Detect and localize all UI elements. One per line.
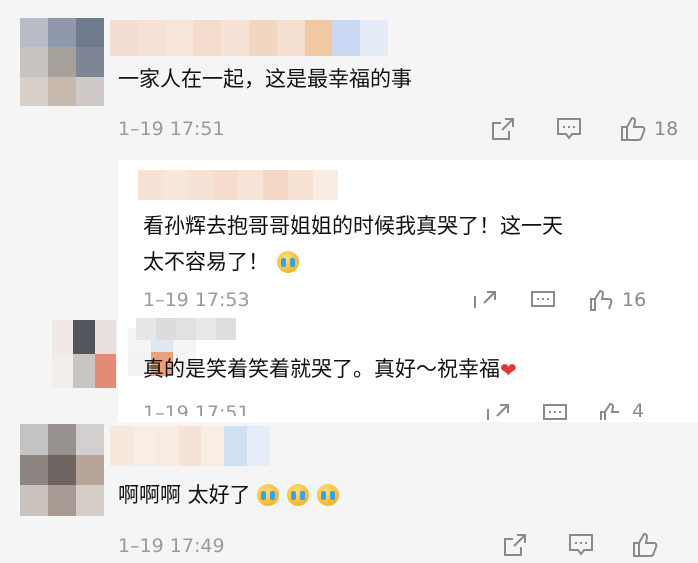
mosaic-cell [138,170,163,200]
repost-icon[interactable] [484,402,512,420]
crying-face-icon [256,484,279,506]
mosaic-cell [20,76,48,106]
mosaic-cell [48,47,76,77]
comment-text-fragment: 太不容易了！ [143,250,269,274]
comment-icon[interactable] [566,530,596,560]
avatar[interactable] [20,18,104,106]
crying-face-icon [277,251,299,273]
mosaic-cell [155,426,179,466]
mosaic-cell [48,76,76,106]
mosaic-cell [276,20,305,56]
like-icon[interactable] [630,530,660,560]
crying-face-icon [316,484,339,506]
mosaic-cell [110,426,133,466]
mosaic-cell [94,320,116,354]
mosaic-cell [137,20,166,56]
comment-text: 一家人在一起，这是最幸福的事 [118,62,412,96]
comment-3: 真的是笑着笑着就哭了。真好～祝幸福❤ 1–19 17:51 4 [0,310,698,422]
comment-text-line: 啊啊啊 太好了 [118,483,251,507]
mosaic-cell [165,20,194,56]
comment-text: 看孙辉去抱哥哥姐姐的时候我真哭了！这一天 太不容易了！ [143,208,563,280]
comment-text-line: 太不容易了！ [143,244,563,280]
mosaic-cell [136,318,156,340]
comment-4: 啊啊啊 太好了 1–19 17:49 [0,422,698,563]
mosaic-cell [48,485,76,516]
mosaic-cell [76,76,104,106]
username[interactable] [138,170,338,200]
mosaic-cell [73,354,95,388]
comment-text: 真的是笑着笑着就哭了。真好～祝幸福❤ [143,352,517,387]
mosaic-cell [224,426,248,466]
mosaic-cell [76,47,104,77]
like-count: 16 [622,289,647,311]
mosaic-cell [20,454,48,486]
mosaic-cell [247,426,270,466]
action-bar: 18 [488,114,678,144]
mosaic-cell [94,354,116,388]
mosaic-cell [304,20,333,56]
username[interactable] [110,426,270,466]
mosaic-cell [221,20,249,56]
mosaic-cell [76,424,104,455]
mosaic-cell [52,354,74,388]
username[interactable] [136,318,236,340]
mosaic-cell [156,318,176,340]
comment-icon[interactable] [554,114,584,144]
mosaic-cell [110,20,138,56]
mosaic-cell [313,170,338,200]
mosaic-cell [176,318,196,340]
like-count: 4 [632,402,645,420]
like-icon[interactable] [618,114,648,144]
comment-text: 啊啊啊 太好了 [118,478,339,512]
comment-text-line: 看孙辉去抱哥哥姐姐的时候我真哭了！这一天 [143,214,563,238]
mosaic-cell [20,18,48,48]
repost-icon[interactable] [488,114,518,144]
mosaic-cell [76,18,104,48]
mosaic-cell [48,18,76,48]
avatar[interactable] [52,320,116,388]
heart-icon: ❤ [500,358,517,382]
mosaic-cell [52,320,74,354]
action-bar: 4 [484,402,644,420]
comment-icon[interactable] [540,402,570,420]
mosaic-cell [213,170,238,200]
mosaic-cell [178,426,202,466]
action-bar [500,530,660,560]
mosaic-cell [188,170,213,200]
timestamp: 1–19 17:53 [143,289,250,311]
mosaic-cell [216,318,236,340]
like-icon[interactable] [596,402,626,420]
mosaic-cell [238,170,263,200]
mosaic-cell [73,320,95,354]
comment-text-line: 真的是笑着笑着就哭了。真好～祝幸福 [143,357,500,381]
mosaic-cell [48,424,76,455]
mosaic-cell [196,318,216,340]
timestamp: 1–19 17:51 [118,118,225,140]
like-count: 18 [654,118,679,140]
mosaic-cell [132,426,156,466]
timestamp: 1–19 17:49 [118,535,225,557]
mosaic-cell [248,20,277,56]
username[interactable] [110,20,388,56]
mosaic-cell [193,20,222,56]
mosaic-cell [201,426,225,466]
comment-text-line: 一家人在一起，这是最幸福的事 [118,67,412,91]
mosaic-cell [76,485,104,516]
comment-2: 看孙辉去抱哥哥姐姐的时候我真哭了！这一天 太不容易了！ 1–19 17:53 1… [0,160,698,376]
mosaic-cell [20,424,48,455]
timestamp: 1–19 17:51 [143,402,250,416]
comment-1: 一家人在一起，这是最幸福的事 1–19 17:51 18 [0,0,698,160]
mosaic-cell [76,454,104,486]
mosaic-cell [288,170,313,200]
avatar[interactable] [20,424,104,516]
mosaic-cell [163,170,188,200]
mosaic-cell [360,20,388,56]
mosaic-cell [20,47,48,77]
crying-face-icon [286,484,309,506]
mosaic-cell [263,170,288,200]
mosaic-cell [48,454,76,486]
repost-icon[interactable] [500,530,530,560]
mosaic-cell [20,485,48,516]
mosaic-cell [332,20,361,56]
